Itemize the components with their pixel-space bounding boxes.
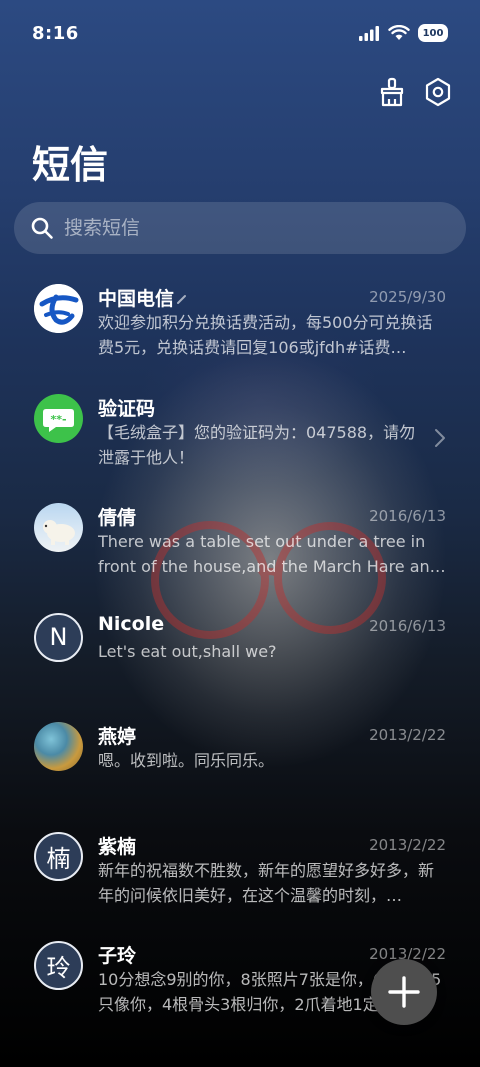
message-date: 2016/6/13 — [369, 507, 446, 525]
message-preview: 新年的祝福数不胜数，新年的愿望好多好多，新年的问候依旧美好，在这个温馨的时刻，… — [98, 860, 435, 905]
letter-avatar: 楠 — [34, 831, 83, 881]
conversation-item[interactable]: 楠 紫楠 2013/2/22 新年的祝福数不胜数，新年的愿望好多好多，新年的问候… — [0, 816, 480, 926]
message-preview: 欢迎参加积分兑换话费活动，每500分可兑换话费5元，兑换话费请回复106或jfd… — [98, 313, 433, 357]
letter-avatar: N — [34, 612, 83, 662]
landscape-avatar — [34, 722, 83, 771]
status-bar: 8:16 100 — [0, 0, 480, 66]
svg-text:**-: **- — [50, 413, 66, 426]
sms-bubble-avatar: **- — [34, 393, 83, 443]
message-date: 2016/6/13 — [369, 616, 446, 635]
letter-avatar: 玲 — [34, 941, 83, 990]
contact-name: 子玲 — [98, 945, 137, 967]
contact-name: 燕婷 — [98, 726, 137, 748]
new-message-button[interactable] — [371, 959, 437, 1025]
message-date: 2013/2/22 — [369, 835, 446, 854]
contact-name: 倩倩 — [98, 507, 137, 529]
contact-name: 验证码 — [98, 397, 156, 420]
conversation-item[interactable]: N Nicole 2016/6/13 Let's eat out,shall w… — [0, 597, 480, 707]
settings-gear-icon[interactable] — [424, 76, 452, 108]
contact-name: Nicole — [98, 612, 165, 635]
china-telecom-logo-avatar — [34, 284, 83, 333]
signal-icon — [359, 26, 379, 41]
message-preview: Let's eat out,shall we? — [98, 641, 277, 661]
plus-icon — [388, 976, 420, 1008]
pencil-icon — [177, 295, 187, 304]
message-preview: 【毛绒盒子】您的验证码为：047588，请勿泄露于他人！ — [98, 422, 416, 467]
conversation-item[interactable]: 燕婷 2013/2/22 嗯。收到啦。同乐同乐。 — [0, 706, 480, 816]
search-input[interactable] — [64, 217, 444, 239]
status-time: 8:16 — [32, 22, 79, 44]
wifi-icon — [388, 25, 410, 40]
status-icons: 100 — [358, 24, 448, 42]
message-preview: There was a table set out under a tree i… — [98, 532, 446, 576]
conversation-item[interactable]: 中国电信 2025/9/30 欢迎参加积分兑换话费活动，每500分可兑换话费5元… — [0, 268, 480, 378]
top-actions — [378, 76, 452, 108]
polar-bear-avatar — [34, 503, 83, 552]
message-date: 2025/9/30 — [369, 288, 446, 306]
contact-name: 中国电信 — [98, 284, 188, 311]
clean-brush-icon[interactable] — [378, 76, 406, 108]
chevron-right-icon — [435, 428, 445, 447]
search-icon — [31, 217, 53, 239]
conversation-item[interactable]: **- 验证码 【毛绒盒子】您的验证码为：047588，请勿泄露于他人！ — [0, 378, 480, 488]
conversation-item[interactable]: 倩倩 2016/6/13 There was a table set out u… — [0, 487, 480, 597]
message-preview: 嗯。收到啦。同乐同乐。 — [98, 751, 275, 770]
message-date: 2013/2/22 — [369, 726, 446, 744]
search-bar[interactable] — [14, 202, 466, 254]
conversation-list: 中国电信 2025/9/30 欢迎参加积分兑换话费活动，每500分可兑换话费5元… — [0, 268, 480, 1035]
page-title: 短信 — [32, 143, 109, 187]
contact-name: 紫楠 — [98, 835, 137, 858]
battery-icon: 100 — [418, 24, 448, 42]
